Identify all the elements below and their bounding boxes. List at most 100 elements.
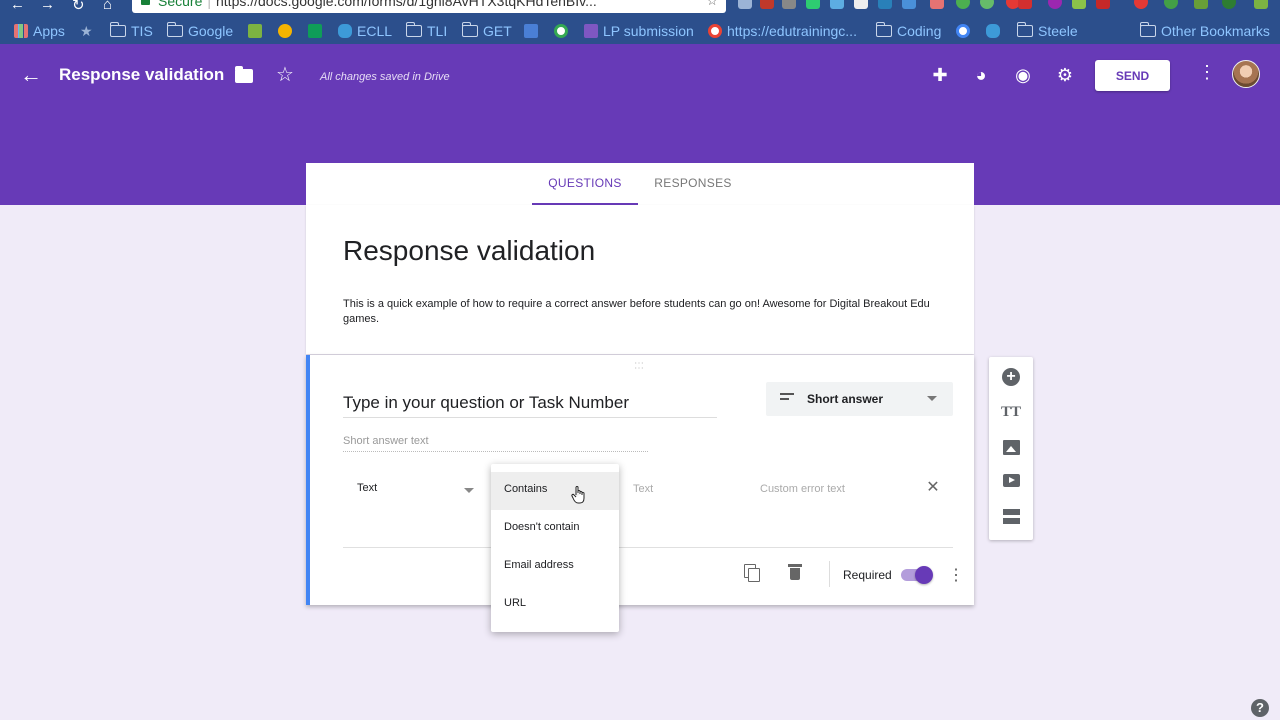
menu-item-email-address[interactable]: Email address [491,548,619,586]
extension-icon[interactable] [854,0,868,9]
extension-icon[interactable] [1254,0,1268,9]
folder-icon[interactable] [235,66,253,83]
add-video-icon[interactable] [1000,469,1022,491]
bookmark-cloud-icon[interactable] [986,22,1005,40]
bookmark-ecll[interactable]: ECLL [338,22,392,40]
close-icon[interactable]: ✕ [924,479,942,497]
extension-icon[interactable] [1072,0,1086,9]
custom-error-input[interactable]: Custom error text [760,483,900,495]
form-description[interactable]: This is a quick example of how to requir… [343,297,953,327]
bookmark-edutraining[interactable]: https://edutrainingc... [708,22,857,40]
browser-home-icon[interactable]: ⌂ [103,0,112,13]
extension-icon[interactable] [980,0,994,9]
more-vert-icon[interactable]: ⋮ [948,565,964,585]
form-name[interactable]: Response validation [59,65,224,85]
menu-item-doesnt-contain[interactable]: Doesn't contain [491,510,619,548]
bookmark-tis[interactable]: TIS [109,22,153,40]
extension-icon[interactable] [1194,0,1208,9]
side-toolbar: + TT [989,357,1033,540]
bookmark-icon-circle[interactable] [554,22,573,40]
dropdown-caret-icon [927,396,937,401]
add-question-icon[interactable]: + [1000,366,1022,388]
tab-responses[interactable]: RESPONSES [646,163,740,205]
add-section-icon[interactable] [1000,505,1022,527]
form-title-card: Response validation This is a quick exam… [306,205,974,354]
url-text: https://docs.google.com/forms/d/1gnl8AvH… [216,0,597,9]
drag-handle-icon[interactable]: ⋯ ⋯ [634,359,645,374]
extension-icon[interactable] [760,0,774,9]
bookmark-google[interactable]: Google [166,22,233,40]
extension-icon[interactable] [806,0,820,9]
palette-icon[interactable]: ◕ [970,64,992,86]
required-toggle[interactable] [901,566,933,584]
extension-icon[interactable] [738,0,752,9]
security-label: Secure [158,0,203,9]
extension-icon[interactable] [902,0,916,9]
question-type-label: Short answer [807,392,884,406]
bookmark-star-icon[interactable]: ☆ [706,0,718,8]
extension-icon[interactable] [1222,0,1236,9]
delete-trash-icon[interactable] [786,563,804,583]
duplicate-icon[interactable] [743,563,763,585]
browser-reload-icon[interactable]: ↻ [72,0,85,14]
browser-back-icon[interactable]: ← [10,0,25,13]
question-title-input[interactable]: Type in your question or Task Number [343,393,717,418]
dropdown-caret-icon [464,488,474,493]
folder-icon [1139,22,1156,37]
bookmark-get[interactable]: GET [461,22,512,40]
extension-icon[interactable] [830,0,844,9]
bookmark-star-icon[interactable]: ★ [80,22,93,40]
send-button[interactable]: SEND [1095,60,1170,91]
answer-placeholder: Short answer text [343,435,648,452]
bookmark-coding[interactable]: Coding [875,22,941,40]
short-answer-icon [780,393,794,403]
extension-icon[interactable] [878,0,892,9]
bookmark-icon-green[interactable] [248,22,267,40]
folder-icon [461,22,478,37]
validation-type-select[interactable]: Text [357,482,477,500]
question-card[interactable]: ⋯ ⋯ Type in your question or Task Number … [306,355,974,605]
more-vert-icon[interactable]: ⋮ [1198,62,1216,83]
tab-questions[interactable]: QUESTIONS [532,163,638,205]
extension-icon[interactable] [1134,0,1148,9]
extension-icon[interactable] [1048,0,1062,9]
extension-icon[interactable] [930,0,944,9]
bookmark-chat-icon[interactable] [524,22,543,40]
extension-icon[interactable] [782,0,796,9]
avatar[interactable] [1232,60,1260,88]
addons-puzzle-icon[interactable]: ✚ [929,64,951,86]
settings-gear-icon[interactable]: ⚙ [1054,64,1076,86]
bookmark-apps[interactable]: Apps [14,22,65,40]
bookmark-sheets-icon[interactable] [308,22,327,40]
help-icon[interactable]: ? [1251,699,1269,717]
extension-icon[interactable] [956,0,970,9]
menu-item-contains[interactable]: Contains [491,472,619,510]
forms-icon [584,24,598,38]
question-type-select[interactable]: Short answer [766,382,953,416]
add-image-icon[interactable] [1000,436,1022,458]
apps-grid-icon [14,24,28,38]
browser-forward-icon[interactable]: → [40,0,55,13]
validation-condition-menu: Contains Doesn't contain Email address U… [491,464,619,632]
preview-eye-icon[interactable]: ◉ [1012,64,1034,86]
validation-text-input[interactable]: Text [633,483,733,495]
bookmark-tli[interactable]: TLI [405,22,447,40]
url-row: ← → ↻ ⌂ Secure | https://docs.google.com/f… [0,0,1280,14]
extension-icon[interactable] [1018,0,1032,9]
extension-icon[interactable] [1096,0,1110,9]
bookmark-google-icon[interactable] [956,22,975,40]
add-title-icon[interactable]: TT [1000,401,1022,423]
bookmark-icon-yellow[interactable] [278,22,297,40]
menu-item-url[interactable]: URL [491,586,619,624]
extension-icon[interactable] [1164,0,1178,9]
address-bar[interactable]: Secure | https://docs.google.com/forms/d/1… [132,0,726,13]
form-title[interactable]: Response validation [343,235,595,267]
star-icon[interactable]: ☆ [276,62,294,87]
folder-icon [1016,22,1033,37]
back-arrow-icon[interactable]: ← [20,64,42,86]
bookmark-lp-submission[interactable]: LP submission [584,22,694,40]
bookmark-other[interactable]: Other Bookmarks [1139,22,1270,40]
divider [829,561,830,587]
bookmark-steele[interactable]: Steele [1016,22,1078,40]
folder-icon [109,22,126,37]
